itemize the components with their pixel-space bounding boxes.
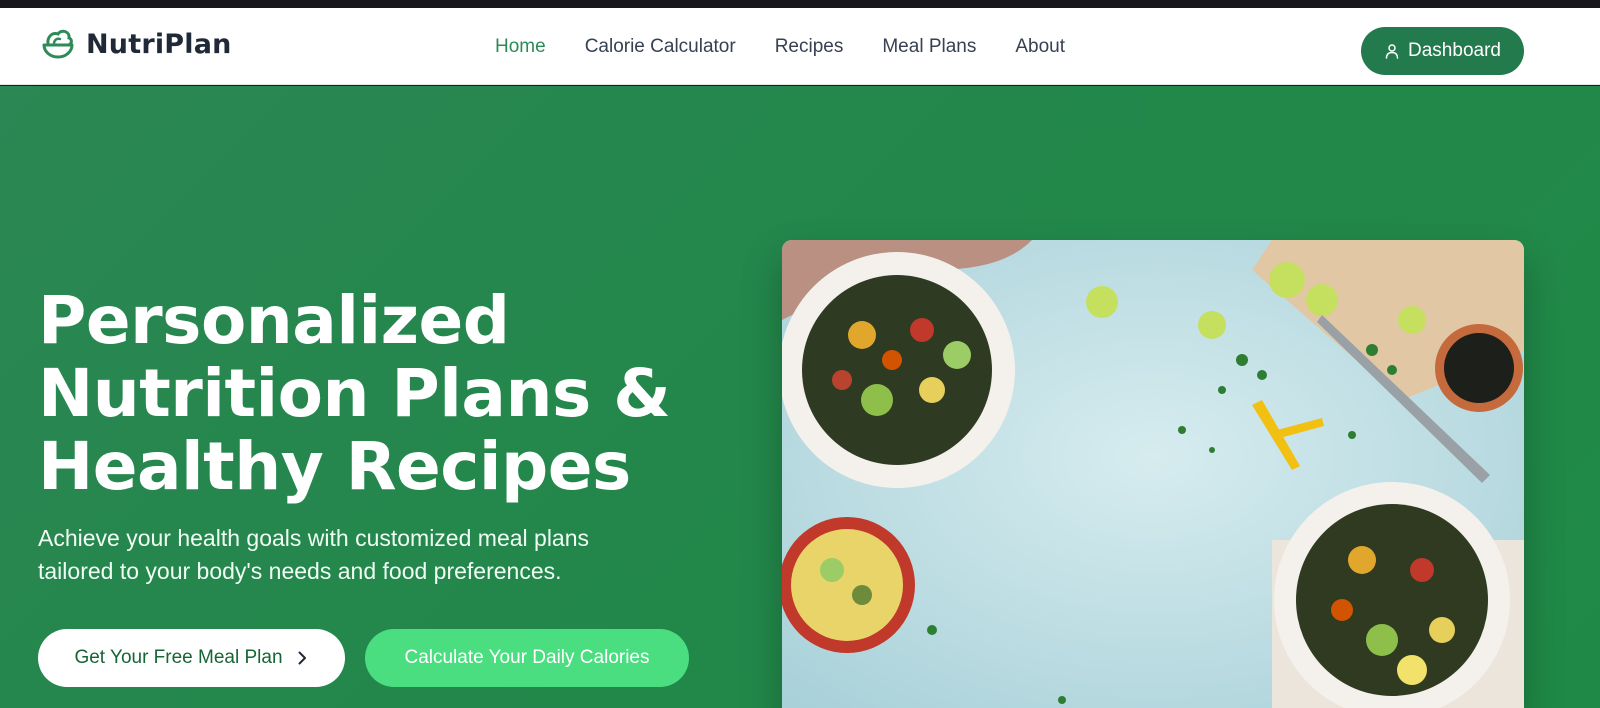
navbar: NutriPlan Home Calorie Calculator Recipe… bbox=[0, 8, 1600, 85]
secondary-cta-label: Calculate Your Daily Calories bbox=[404, 647, 650, 668]
hero-food-image bbox=[782, 240, 1524, 708]
hero-title-line: Nutrition Plans & bbox=[38, 355, 671, 432]
nav-link-about[interactable]: About bbox=[1015, 36, 1065, 58]
healthy-food-photo bbox=[782, 240, 1524, 708]
nav-link-calorie-calculator[interactable]: Calorie Calculator bbox=[585, 36, 736, 58]
hero-section: Personalized Nutrition Plans & Healthy R… bbox=[0, 86, 1600, 708]
salad-bowl-icon bbox=[42, 29, 74, 59]
hero-title: Personalized Nutrition Plans & Healthy R… bbox=[38, 284, 738, 503]
main-nav: Home Calorie Calculator Recipes Meal Pla… bbox=[495, 8, 1104, 85]
nav-link-meal-plans[interactable]: Meal Plans bbox=[882, 36, 976, 58]
chevron-right-icon bbox=[298, 651, 306, 665]
brand-logo[interactable]: NutriPlan bbox=[40, 26, 232, 62]
browser-top-bar bbox=[0, 0, 1600, 8]
hero-subtitle: Achieve your health goals with customize… bbox=[38, 522, 678, 588]
primary-cta-label: Get Your Free Meal Plan bbox=[74, 647, 283, 668]
hero-subtitle-line: tailored to your body's needs and food p… bbox=[38, 558, 562, 584]
hero-subtitle-line: Achieve your health goals with customize… bbox=[38, 525, 590, 551]
nav-link-recipes[interactable]: Recipes bbox=[775, 36, 844, 58]
hero-title-line: Personalized bbox=[38, 282, 510, 359]
calculate-calories-button[interactable]: Calculate Your Daily Calories bbox=[365, 629, 689, 687]
hero-title-line: Healthy Recipes bbox=[38, 428, 631, 505]
dashboard-button[interactable]: Dashboard bbox=[1361, 27, 1524, 75]
nav-link-home[interactable]: Home bbox=[495, 36, 546, 58]
brand-name: NutriPlan bbox=[86, 28, 232, 60]
user-icon bbox=[1385, 44, 1399, 59]
dashboard-label: Dashboard bbox=[1408, 40, 1501, 61]
get-free-meal-plan-button[interactable]: Get Your Free Meal Plan bbox=[38, 629, 345, 687]
